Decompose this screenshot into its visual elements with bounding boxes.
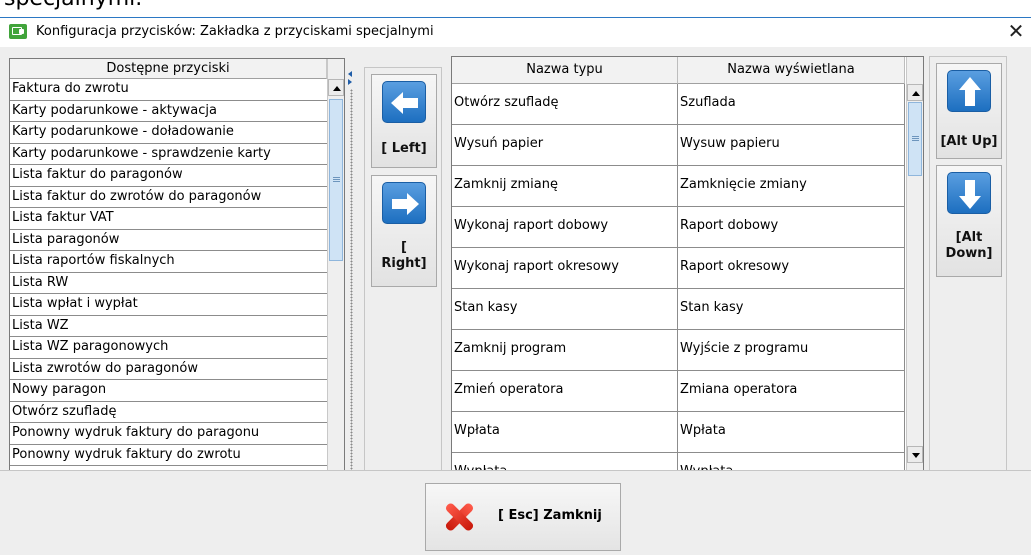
scroll-thumb[interactable] xyxy=(329,99,343,261)
list-item[interactable]: Faktura do zwrotu xyxy=(10,79,327,101)
move-down-label-line1: [Alt xyxy=(955,230,983,245)
list-item[interactable]: Nowy paragon xyxy=(10,380,327,402)
table-body: Otwórz szufladę Szuflada Wysuń papier Wysuw… xyxy=(452,84,905,471)
list-item[interactable]: Lista paragonów xyxy=(10,230,327,251)
move-down-label-line2: Down] xyxy=(945,246,993,261)
available-items: Faktura do zwrotu Karty podarunkowe - akt… xyxy=(10,79,327,466)
cell-type-name[interactable]: Otwórz szufladę xyxy=(452,84,678,125)
list-item[interactable]: Ponowny wydruk faktury do zwrotu xyxy=(10,445,327,466)
available-list-scrollbar[interactable] xyxy=(327,59,344,488)
cell-type-name[interactable]: Zmień operatora xyxy=(452,371,678,412)
cell-display-name[interactable]: Wyjście z programu xyxy=(678,330,905,371)
move-right-label-line2: Right] xyxy=(381,256,427,271)
window-close-button[interactable]: ✕ xyxy=(1004,20,1028,44)
move-right-button[interactable]: [ Right] xyxy=(371,175,437,287)
move-up-button[interactable]: [Alt Up] xyxy=(936,63,1002,159)
grip-icon xyxy=(912,136,919,141)
table-row[interactable]: Zamknij zmianę Zamknięcie zmiany xyxy=(452,166,905,207)
cell-display-name[interactable]: Zamknięcie zmiany xyxy=(678,166,905,207)
splitter-grip xyxy=(350,89,353,489)
selected-buttons-table: Nazwa typu Nazwa wyświetlana Otwórz szuf… xyxy=(451,56,924,472)
list-item[interactable]: Lista WZ xyxy=(10,316,327,337)
move-up-label: [Alt Up] xyxy=(940,134,998,149)
collapse-right-icon[interactable] xyxy=(348,79,352,85)
arrow-left-icon xyxy=(382,81,426,123)
table-row[interactable]: Zamknij program Wyjście z programu xyxy=(452,330,905,371)
cell-type-name[interactable]: Wysuń papier xyxy=(452,125,678,166)
grip-icon xyxy=(333,177,340,182)
list-item[interactable]: Lista faktur VAT xyxy=(10,208,327,230)
arrow-right-icon xyxy=(382,182,426,224)
dialog-footer: [ Esc] Zamknij xyxy=(0,470,1031,555)
cell-display-name[interactable]: Raport okresowy xyxy=(678,248,905,289)
table-scroll-up-button[interactable] xyxy=(907,84,923,101)
available-buttons-list: Dostępne przyciski Faktura do zwrotu Kart… xyxy=(9,58,345,489)
scroll-up-icon xyxy=(333,86,341,91)
cell-display-name[interactable]: Stan kasy xyxy=(678,289,905,330)
list-item[interactable]: Lista RW xyxy=(10,273,327,294)
table-row[interactable]: Zmień operatora Zmiana operatora xyxy=(452,371,905,412)
scroll-up-icon xyxy=(912,91,920,96)
cell-display-name[interactable]: Raport dobowy xyxy=(678,207,905,248)
background-window-text: specjalnymi. xyxy=(4,0,142,11)
move-down-button[interactable]: [Alt Down] xyxy=(936,165,1002,277)
close-dialog-button[interactable]: [ Esc] Zamknij xyxy=(425,483,621,551)
close-button-label: [ Esc] Zamknij xyxy=(498,508,602,523)
available-list-header: Dostępne przyciski xyxy=(10,59,327,79)
list-item[interactable]: Karty podarunkowe - sprawdzenie karty xyxy=(10,144,327,165)
cell-display-name[interactable]: Zmiana operatora xyxy=(678,371,905,412)
cell-type-name[interactable]: Zamknij zmianę xyxy=(452,166,678,207)
split-divider[interactable] xyxy=(347,67,356,489)
list-item[interactable]: Ponowny wydruk faktury do paragonu xyxy=(10,423,327,445)
table-row[interactable]: Wysuń papier Wysuw papieru xyxy=(452,125,905,166)
cell-type-name[interactable]: Stan kasy xyxy=(452,289,678,330)
collapse-left-icon[interactable] xyxy=(348,71,352,77)
arrow-down-icon xyxy=(947,172,991,214)
app-icon xyxy=(9,24,27,39)
cell-type-name[interactable]: Wykonaj raport dobowy xyxy=(452,207,678,248)
config-dialog: Konfiguracja przycisków: Zakładka z przy… xyxy=(0,17,1031,555)
cell-type-name[interactable]: Wpłata xyxy=(452,412,678,453)
move-left-button[interactable]: [ Left] xyxy=(371,74,437,168)
list-item[interactable]: Lista faktur do paragonów xyxy=(10,165,327,187)
arrow-up-icon xyxy=(947,70,991,112)
table-scroll-thumb[interactable] xyxy=(908,102,922,176)
move-buttons-column: [ Left] [ Right] xyxy=(364,67,442,489)
scroll-up-button[interactable] xyxy=(328,79,344,96)
scroll-down-icon xyxy=(912,453,920,458)
table-scroll-down-button[interactable] xyxy=(907,446,923,463)
cell-type-name[interactable]: Wykonaj raport okresowy xyxy=(452,248,678,289)
cell-display-name[interactable]: Wysuw papieru xyxy=(678,125,905,166)
title-bar: Konfiguracja przycisków: Zakładka z przy… xyxy=(0,18,1031,47)
table-scrollbar[interactable] xyxy=(906,57,923,471)
list-item[interactable]: Otwórz szufladę xyxy=(10,402,327,423)
column-header-display[interactable]: Nazwa wyświetlana xyxy=(678,57,905,84)
list-item[interactable]: Karty podarunkowe - doładowanie xyxy=(10,122,327,144)
cell-type-name[interactable]: Zamknij program xyxy=(452,330,678,371)
cell-display-name[interactable]: Szuflada xyxy=(678,84,905,125)
list-item[interactable]: Lista wpłat i wypłat xyxy=(10,294,327,316)
order-buttons-column: [Alt Up] [Alt Down] xyxy=(929,56,1007,489)
list-item[interactable]: Karty podarunkowe - aktywacja xyxy=(10,101,327,122)
table-row[interactable]: Stan kasy Stan kasy xyxy=(452,289,905,330)
table-row[interactable]: Wykonaj raport dobowy Raport dobowy xyxy=(452,207,905,248)
table-row[interactable]: Wykonaj raport okresowy Raport okresowy xyxy=(452,248,905,289)
cell-display-name[interactable]: Wpłata xyxy=(678,412,905,453)
list-item[interactable]: Lista faktur do zwrotów do paragonów xyxy=(10,187,327,208)
list-item[interactable]: Lista zwrotów do paragonów xyxy=(10,359,327,380)
red-x-icon xyxy=(444,502,474,532)
window-title: Konfiguracja przycisków: Zakładka z przy… xyxy=(36,24,434,39)
list-item[interactable]: Lista WZ paragonowych xyxy=(10,337,327,359)
list-item[interactable]: Lista raportów fiskalnych xyxy=(10,251,327,273)
column-header-type[interactable]: Nazwa typu xyxy=(452,57,678,84)
table-row[interactable]: Otwórz szufladę Szuflada xyxy=(452,84,905,125)
table-header: Nazwa typu Nazwa wyświetlana xyxy=(452,57,905,84)
table-row[interactable]: Wpłata Wpłata xyxy=(452,412,905,453)
move-right-label-line1: [ xyxy=(401,240,407,255)
move-left-label: [ Left] xyxy=(381,141,427,156)
